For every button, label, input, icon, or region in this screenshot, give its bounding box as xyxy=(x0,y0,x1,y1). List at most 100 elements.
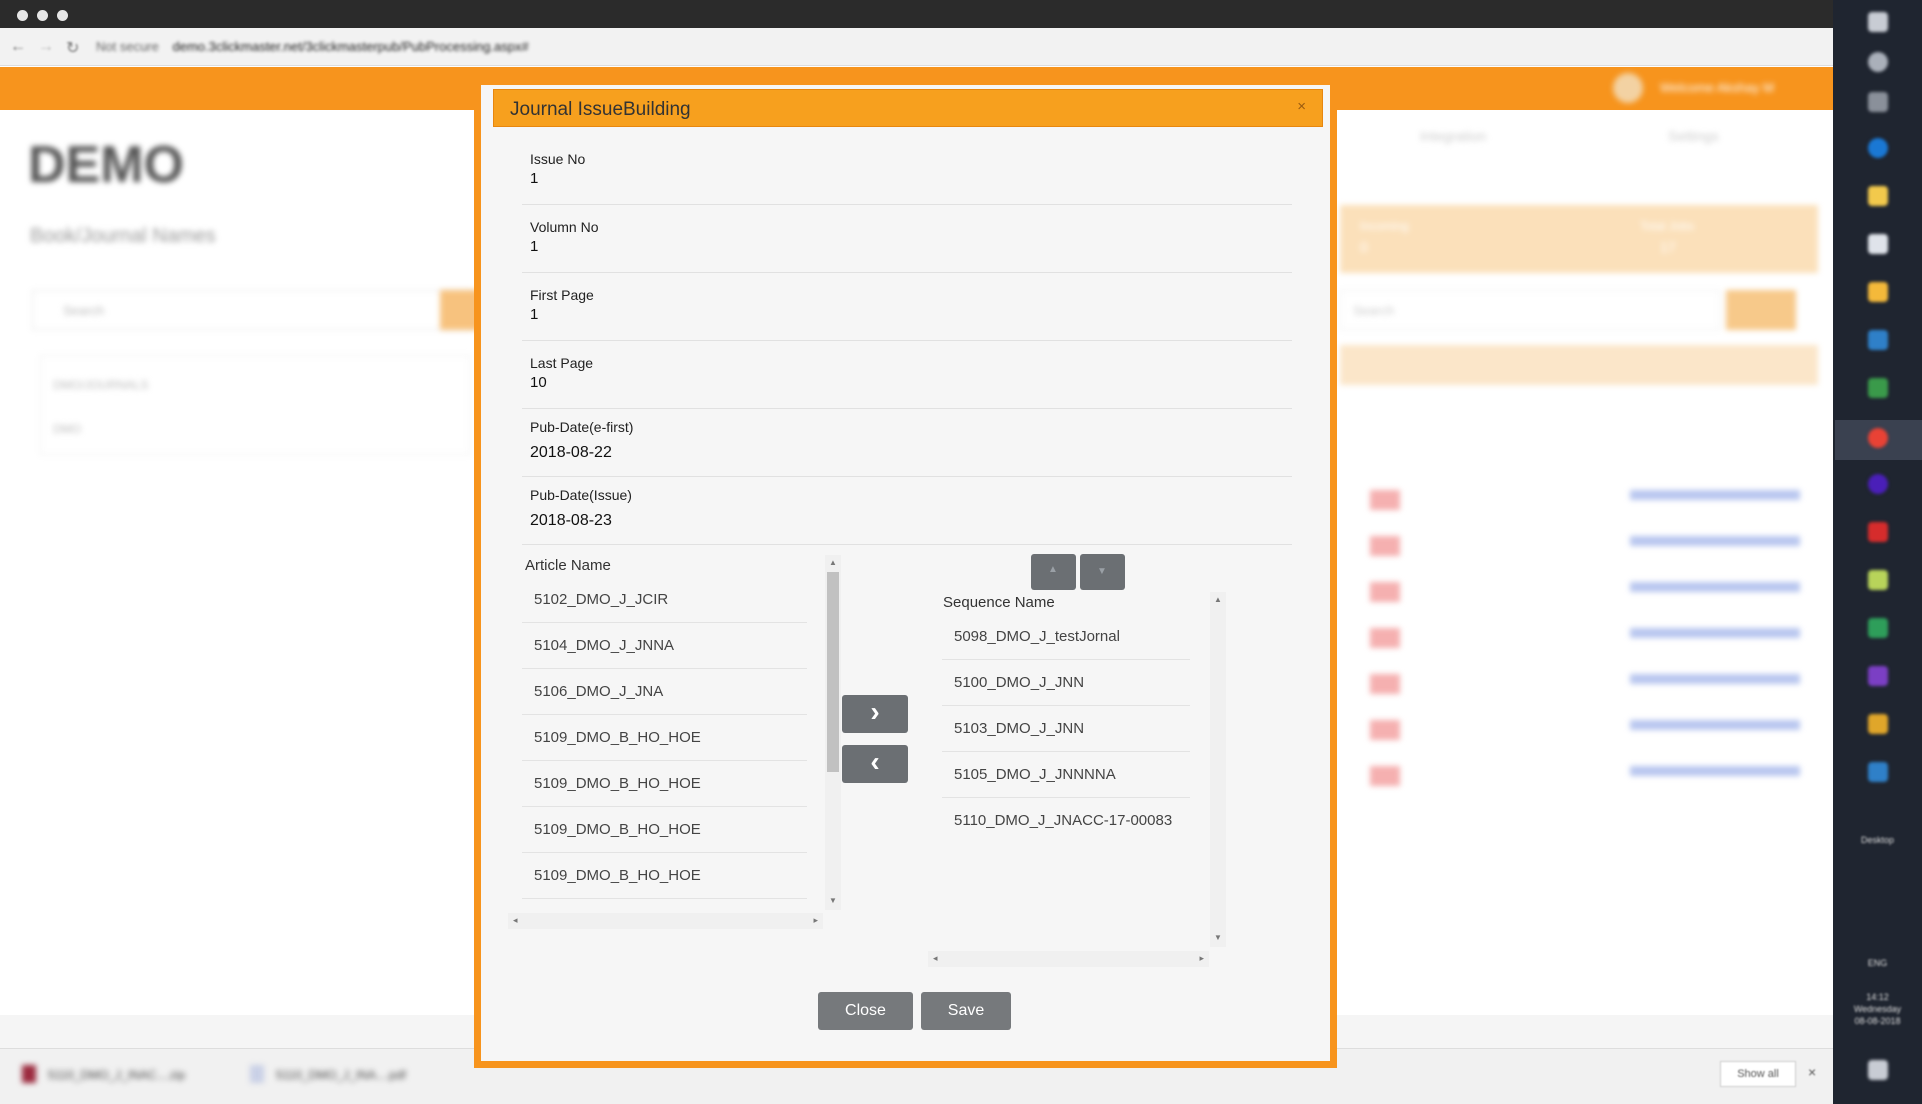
save-button[interactable]: Save xyxy=(921,992,1011,1030)
move-down-button[interactable]: ▼ xyxy=(1080,554,1125,590)
pub-date-issue-input[interactable] xyxy=(530,511,1230,531)
windows-icon[interactable] xyxy=(1868,12,1888,32)
article-horizontal-scrollbar[interactable]: ◂ ▸ xyxy=(508,913,823,929)
window-maximize-dot[interactable] xyxy=(57,10,68,21)
address-bar[interactable]: Not secure demo.3clickmaster.net/3clickm… xyxy=(96,35,1726,59)
welcome-text[interactable]: Welcome Akshay M xyxy=(1660,80,1774,95)
download-item[interactable]: 5110_DMO_J_INAC....zip xyxy=(48,1068,185,1082)
first-page-input[interactable] xyxy=(530,304,1230,324)
language-indicator[interactable]: ENG xyxy=(1840,958,1915,968)
show-all-button[interactable]: Show all xyxy=(1720,1061,1796,1087)
scroll-up-icon[interactable]: ▲ xyxy=(829,558,837,567)
skype-icon[interactable] xyxy=(1868,762,1888,782)
left-list-item[interactable]: DMO/JOURNALS xyxy=(53,378,148,392)
sequence-item[interactable]: 5105_DMO_J_JNNNNA xyxy=(942,752,1190,798)
pdf-reader-icon[interactable] xyxy=(1868,522,1888,542)
scroll-left-icon[interactable]: ◂ xyxy=(933,953,938,964)
left-section-title: Book/Journal Names xyxy=(30,225,216,247)
notepad-icon[interactable] xyxy=(1868,570,1888,590)
address-text: demo.3clickmaster.net/3clickmasterpub/Pu… xyxy=(172,39,529,54)
article-item[interactable]: 5109_DMO_B_HO_HOE xyxy=(522,761,807,807)
notification-icon[interactable] xyxy=(1868,1060,1888,1080)
back-icon[interactable]: ← xyxy=(10,38,26,56)
move-right-button[interactable]: › xyxy=(842,695,908,733)
close-button[interactable]: Close xyxy=(818,992,913,1030)
volume-no-label: Volumn No xyxy=(530,219,599,235)
skype-icon[interactable] xyxy=(1868,330,1888,350)
volume-no-input[interactable] xyxy=(530,236,1230,256)
article-item[interactable]: 5109_DMO_B_HO_HOE xyxy=(522,807,807,853)
user-avatar[interactable] xyxy=(1613,73,1643,103)
scroll-up-icon[interactable]: ▲ xyxy=(1214,595,1222,604)
sequence-name-header: Sequence Name xyxy=(943,594,1055,611)
window-minimize-dot[interactable] xyxy=(37,10,48,21)
left-list-item[interactable]: DMO xyxy=(53,422,81,436)
cortana-icon[interactable] xyxy=(1868,52,1888,72)
article-vertical-scrollbar[interactable]: ▲ ▼ xyxy=(825,555,841,910)
app-icon[interactable] xyxy=(1868,714,1888,734)
move-left-button[interactable]: ‹ xyxy=(842,745,908,783)
sequence-horizontal-scrollbar[interactable]: ◂ ▸ xyxy=(928,951,1209,967)
move-up-button[interactable]: ▲ xyxy=(1031,554,1076,590)
chevron-down-icon: ▼ xyxy=(1097,566,1107,577)
edge-icon[interactable] xyxy=(1868,138,1888,158)
last-page-input[interactable] xyxy=(530,372,1230,392)
pub-date-efirst-field: Pub-Date(e-first) xyxy=(522,409,1292,477)
visual-studio-icon[interactable] xyxy=(1868,666,1888,686)
article-item[interactable]: 5106_DMO_J_JNA xyxy=(522,669,807,715)
brand-logo: DEMO xyxy=(28,136,184,194)
sequence-vertical-scrollbar[interactable]: ▲ ▼ xyxy=(1210,592,1226,947)
chevron-up-icon: ▲ xyxy=(1048,564,1058,575)
clock-day[interactable]: Wednesday xyxy=(1840,1004,1915,1014)
scrollbar-thumb[interactable] xyxy=(827,572,839,772)
article-item[interactable]: 5104_DMO_J_JNNA xyxy=(522,623,807,669)
sequence-item[interactable]: 5098_DMO_J_testJornal xyxy=(942,614,1190,660)
left-search-box[interactable]: Search xyxy=(32,290,472,330)
app-icon[interactable] xyxy=(1868,474,1888,494)
scroll-right-icon[interactable]: ▸ xyxy=(813,915,818,926)
counters-panel: Incoming 0 Total Jobs 17 xyxy=(1340,205,1818,273)
article-item[interactable]: 5109_DMO_B_HO_HOE xyxy=(522,715,807,761)
right-search-placeholder: Search xyxy=(1353,303,1395,318)
reload-icon[interactable]: ↻ xyxy=(66,38,79,58)
nav-integration[interactable]: Integration xyxy=(1420,128,1486,144)
scroll-left-icon[interactable]: ◂ xyxy=(513,915,518,926)
pub-date-issue-label: Pub-Date(Issue) xyxy=(530,487,632,503)
right-search-button[interactable] xyxy=(1726,290,1796,330)
task-view-icon[interactable] xyxy=(1868,92,1888,112)
scroll-down-icon[interactable]: ▼ xyxy=(1214,933,1222,942)
sequence-item[interactable]: 5103_DMO_J_JNN xyxy=(942,706,1190,752)
issue-no-field: Issue No xyxy=(522,137,1292,205)
desktop-label[interactable]: Desktop xyxy=(1840,835,1915,845)
excel-icon[interactable] xyxy=(1868,618,1888,638)
pub-date-issue-field: Pub-Date(Issue) xyxy=(522,477,1292,545)
close-download-bar-icon[interactable]: × xyxy=(1808,1064,1816,1080)
download-item[interactable]: 5110_DMO_J_INA....pdf xyxy=(276,1068,406,1082)
counter-value: 0 xyxy=(1360,239,1368,255)
right-search-box[interactable]: Search xyxy=(1340,290,1720,330)
pub-date-efirst-input[interactable] xyxy=(530,443,1230,463)
article-item[interactable]: 5102_DMO_J_JCIR xyxy=(522,577,807,623)
forward-icon[interactable]: → xyxy=(38,38,54,56)
left-list: DMO/JOURNALS DMO xyxy=(40,355,470,455)
article-item[interactable]: 5109_DMO_B_HO_HOE xyxy=(522,853,807,899)
close-icon[interactable]: × xyxy=(1297,98,1306,115)
security-label: Not secure xyxy=(96,39,159,54)
file-explorer-icon[interactable] xyxy=(1868,186,1888,206)
clock-time[interactable]: 14:12 xyxy=(1840,992,1915,1002)
sticky-notes-icon[interactable] xyxy=(1868,282,1888,302)
store-icon[interactable] xyxy=(1868,234,1888,254)
scroll-right-icon[interactable]: ▸ xyxy=(1199,953,1204,964)
issue-no-input[interactable] xyxy=(530,168,1230,188)
window-titlebar xyxy=(0,0,1833,28)
pdf-file-icon xyxy=(250,1065,264,1083)
sequence-item[interactable]: 5110_DMO_J_JNACC-17-00083 xyxy=(942,798,1190,844)
clock-date[interactable]: 08-08-2018 xyxy=(1840,1016,1915,1026)
app-icon[interactable] xyxy=(1868,378,1888,398)
article-list: 5102_DMO_J_JCIR 5104_DMO_J_JNNA 5106_DMO… xyxy=(522,577,807,907)
sequence-item[interactable]: 5100_DMO_J_JNN xyxy=(942,660,1190,706)
window-close-dot[interactable] xyxy=(17,10,28,21)
nav-settings[interactable]: Settings xyxy=(1668,128,1719,144)
scroll-down-icon[interactable]: ▼ xyxy=(829,896,837,905)
chrome-icon[interactable] xyxy=(1868,428,1888,448)
